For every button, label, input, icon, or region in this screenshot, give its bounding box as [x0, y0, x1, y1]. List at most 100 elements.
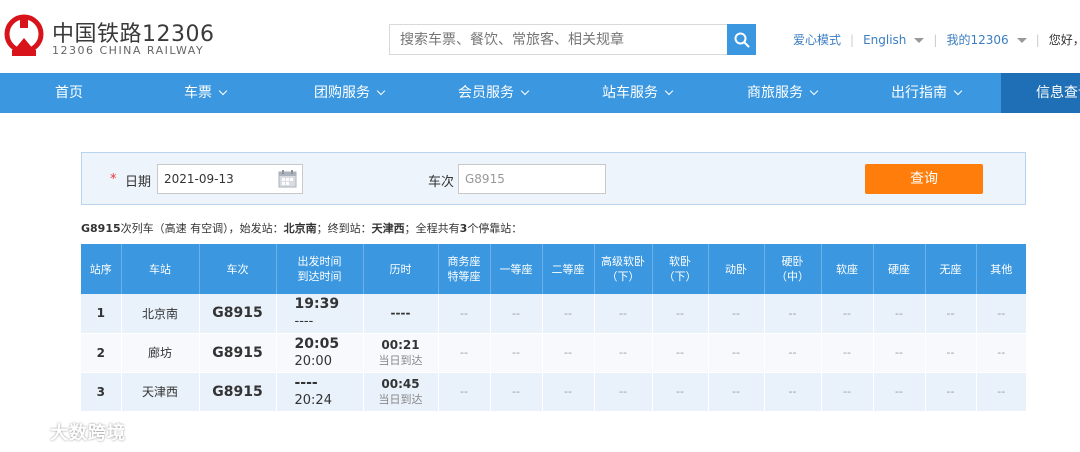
column-header: 硬座: [873, 244, 926, 294]
time-cell: 19:39 ----: [276, 294, 364, 334]
nav-item-label: 信息查询: [1036, 85, 1080, 101]
station-cell: 廊坊: [121, 333, 200, 373]
seat-availability-cell: --: [873, 372, 926, 412]
nav-item-member-service[interactable]: 会员服务: [458, 73, 530, 113]
table-row: 1 北京南 G8915 19:39 ---- ---- -- -- -- -- -- -- -- -- --…: [81, 294, 1026, 334]
seat-availability-cell: --: [873, 333, 926, 373]
stop-seq-cell: 3: [81, 372, 122, 412]
seat-availability-cell: --: [438, 333, 491, 373]
train-number-cell: G8915: [199, 333, 277, 373]
summary-train-number: G8915: [81, 222, 121, 235]
chevron-down-icon: [914, 37, 925, 43]
table-row: 2 廊坊 G8915 20:05 20:00 00:21 当日到达 -- -- -- -- -- -- -…: [81, 333, 1026, 373]
seat-availability-cell: --: [821, 294, 874, 334]
train-number-cell: G8915: [199, 372, 277, 412]
summary-stops-suffix: 个停靠站：: [467, 222, 523, 235]
chevron-down-icon: [809, 86, 819, 96]
seat-availability-cell: --: [873, 294, 926, 334]
seat-availability-cell: --: [594, 333, 653, 373]
chevron-down-icon: [953, 86, 963, 96]
station-cell: 北京南: [121, 294, 200, 334]
column-header: 一等座: [490, 244, 543, 294]
chevron-down-icon: [1016, 38, 1027, 43]
summary-origin: 北京南: [283, 222, 317, 235]
seat-availability-cell: --: [438, 372, 491, 412]
depart-time: ----: [294, 374, 318, 391]
column-header: 二等座: [542, 244, 595, 294]
chevron-down-icon: [664, 86, 674, 96]
calendar-icon[interactable]: [278, 169, 297, 188]
seat-availability-cell: --: [925, 333, 977, 373]
nav-item-business-travel[interactable]: 商旅服务: [747, 73, 819, 113]
watermark: 大数跨境: [8, 419, 126, 445]
duration-value: ----: [390, 306, 411, 321]
duration-value: 00:21: [381, 337, 420, 352]
nav-item-group-service[interactable]: 团购服务: [314, 73, 386, 113]
login-greeting[interactable]: 您好，请: [1049, 31, 1080, 48]
seat-availability-cell: --: [652, 333, 709, 373]
china-railway-logo-icon[interactable]: [4, 14, 44, 58]
column-header: 出发时间 到达时间: [276, 244, 364, 294]
my-12306-label: 我的12306: [946, 33, 1009, 47]
seat-availability-cell: --: [438, 294, 491, 334]
column-header: 软卧 （下）: [652, 244, 709, 294]
chevron-down-icon: [376, 86, 386, 96]
nav-item-home[interactable]: 首页: [55, 73, 83, 113]
summary-dest-label: ；终到站：: [316, 222, 372, 235]
seat-availability-cell: --: [542, 372, 595, 412]
seat-availability-cell: --: [976, 294, 1026, 334]
station-cell: 天津西: [121, 372, 200, 412]
seat-availability-cell: --: [490, 372, 543, 412]
duration-cell: ----: [363, 294, 439, 334]
column-header: 车站: [121, 244, 200, 294]
required-mark: *: [110, 172, 117, 187]
duration-cell: 00:21 当日到达: [363, 333, 439, 373]
arrive-time: ----: [294, 314, 314, 330]
seat-availability-cell: --: [708, 372, 765, 412]
nav-item-label: 站车服务: [602, 85, 658, 101]
watermark-logo-icon: [10, 424, 44, 440]
nav-item-tickets[interactable]: 车票: [184, 73, 228, 113]
time-cell: ---- 20:24: [276, 372, 364, 412]
site-search-input[interactable]: [389, 24, 727, 55]
watermark-text: 大数跨境: [50, 423, 126, 444]
nav-item-label: 首页: [55, 85, 83, 101]
language-switcher[interactable]: English: [863, 32, 925, 47]
duration-cell: 00:45 当日到达: [363, 372, 439, 412]
depart-time: 20:05: [294, 335, 340, 352]
column-header: 其他: [976, 244, 1026, 294]
duration-note: 当日到达: [378, 392, 423, 406]
arrive-time: 20:00: [294, 353, 332, 369]
train-stops-table: 站序 车站 车次 出发时间 到达时间 历时 商务座 特等座 一等座 二等座 高级软卧 （下） 软卧…: [81, 244, 1026, 412]
train-number-cell: G8915: [199, 294, 277, 334]
arrive-time: 20:24: [294, 392, 332, 408]
column-header: 高级软卧 （下）: [594, 244, 653, 294]
column-header: 动卧: [708, 244, 765, 294]
search-button[interactable]: [727, 24, 756, 55]
query-button[interactable]: 查询: [865, 164, 983, 194]
duration-value: 00:45: [381, 376, 420, 391]
search-icon: [734, 32, 749, 47]
nav-item-label: 车票: [184, 85, 212, 101]
seat-availability-cell: --: [594, 294, 653, 334]
train-number-label: 车次: [428, 175, 455, 190]
summary-stops-label: ；全程共有: [404, 222, 460, 235]
stop-seq-cell: 2: [81, 333, 122, 373]
my-12306-menu[interactable]: 我的12306: [946, 31, 1027, 48]
care-mode-link[interactable]: 爱心模式: [793, 31, 841, 48]
train-number-field[interactable]: [458, 164, 606, 194]
seat-availability-cell: --: [764, 372, 822, 412]
seat-availability-cell: --: [764, 294, 822, 334]
nav-item-travel-guide[interactable]: 出行指南: [891, 73, 963, 113]
language-label: English: [863, 32, 907, 47]
seat-availability-cell: --: [976, 372, 1026, 412]
column-header: 站序: [81, 244, 122, 294]
seat-availability-cell: --: [652, 294, 709, 334]
nav-item-label: 会员服务: [458, 85, 514, 101]
nav-item-info-query[interactable]: 信息查询: [1036, 73, 1080, 113]
nav-item-station-service[interactable]: 站车服务: [602, 73, 674, 113]
nav-item-label: 团购服务: [314, 85, 370, 101]
seat-availability-cell: --: [542, 333, 595, 373]
table-row: 3 天津西 G8915 ---- 20:24 00:45 当日到达 -- -- -- -- -- -- -…: [81, 372, 1026, 412]
divider: |: [1035, 32, 1040, 47]
